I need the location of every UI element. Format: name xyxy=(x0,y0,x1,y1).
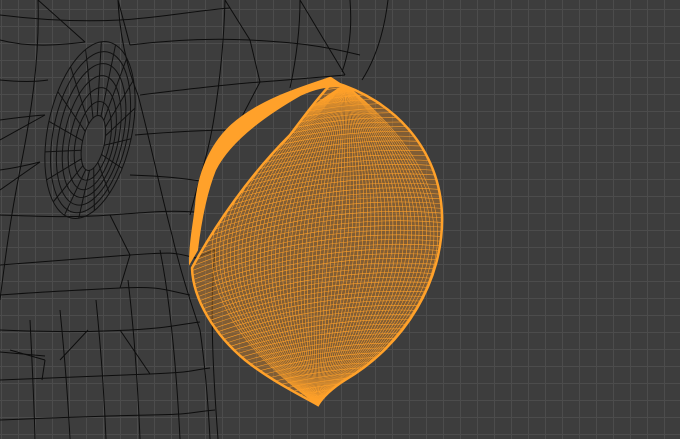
ear-wire-spoke xyxy=(100,44,117,117)
viewport-scene[interactable] xyxy=(0,0,680,439)
cheek-patch-mesh[interactable] xyxy=(170,70,470,439)
ear-mesh[interactable] xyxy=(30,33,150,227)
3d-viewport[interactable] xyxy=(0,0,680,439)
ear-wire-spoke xyxy=(97,162,110,194)
ear-wire-spoke xyxy=(52,165,84,203)
patch-wire-parallel xyxy=(192,399,443,405)
